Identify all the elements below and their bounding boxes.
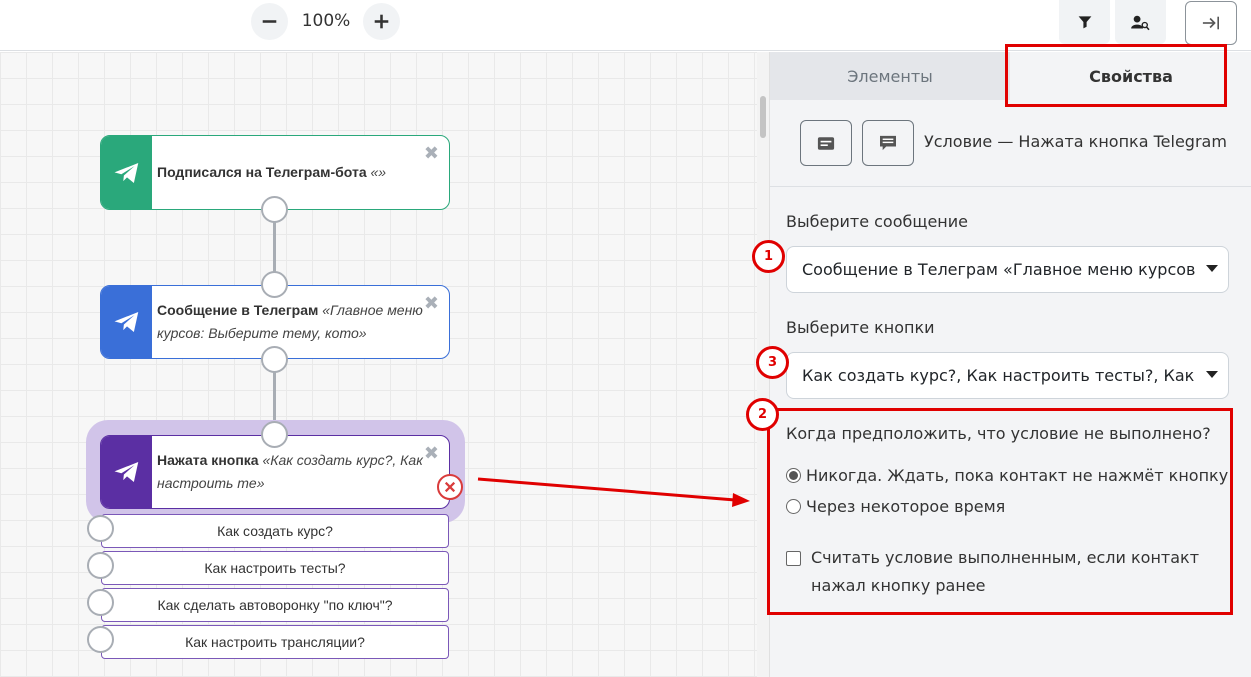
node-detail: «»: [370, 164, 387, 180]
canvas-scrollbar-thumb[interactable]: [760, 96, 766, 138]
annotation-badge: 2: [746, 398, 779, 431]
node-text: Сообщение в Телеграм «Главное меню курсо…: [152, 286, 449, 358]
node-title: Сообщение в Телеграм: [157, 302, 319, 318]
connector-line: [273, 222, 276, 274]
chevron-down-icon: [1206, 265, 1218, 272]
filter-button[interactable]: [1059, 0, 1110, 44]
contact-search-button[interactable]: [1115, 0, 1166, 44]
annotation-highlight-condition-box: [767, 408, 1233, 615]
node-icon-strip: [101, 136, 152, 209]
zoom-out-button[interactable]: [251, 3, 288, 40]
filter-icon: [1078, 16, 1091, 29]
minus-icon: [262, 20, 277, 23]
node-output-port[interactable]: [261, 346, 288, 373]
telegram-button-row[interactable]: Как сделать автоворонку "по ключ"?: [101, 588, 449, 622]
annotation-highlight-properties-tab: [1005, 44, 1227, 107]
close-icon: [444, 481, 456, 493]
select-buttons-label: Выберите кнопки: [786, 318, 935, 337]
button-output-port[interactable]: [87, 515, 114, 542]
divider: [770, 186, 1251, 187]
zoom-level: 100%: [301, 11, 351, 31]
message-view-button[interactable]: [800, 120, 852, 166]
buttons-select-value: Как создать курс?, Как настроить тесты?,…: [802, 366, 1195, 385]
node-title: Нажата кнопка: [157, 452, 259, 468]
connector-line: [273, 372, 276, 424]
telegram-icon: [114, 162, 138, 183]
telegram-button-row[interactable]: Как создать курс?: [101, 514, 449, 548]
node-input-port[interactable]: [261, 421, 288, 448]
annotation-badge: 1: [752, 240, 785, 273]
zoom-in-button[interactable]: [363, 3, 400, 40]
message-icon: [817, 136, 835, 150]
button-output-port[interactable]: [87, 552, 114, 579]
node-close-icon[interactable]: ✖: [424, 444, 439, 462]
node-icon-strip: [101, 286, 152, 358]
annotation-badge: 3: [756, 346, 789, 379]
node-close-icon[interactable]: ✖: [424, 144, 439, 162]
message-select-value: Сообщение в Телеграм «Главное меню курсо…: [802, 260, 1196, 279]
telegram-icon: [114, 312, 138, 332]
node-input-port[interactable]: [261, 271, 288, 298]
button-output-port[interactable]: [87, 626, 114, 653]
chevron-down-icon: [1206, 371, 1218, 378]
telegram-button-row[interactable]: Как настроить тесты?: [101, 551, 449, 585]
node-icon-strip: [101, 436, 152, 508]
node-output-port[interactable]: [261, 196, 288, 223]
comment-icon: [880, 135, 896, 151]
collapse-panel-button[interactable]: [1185, 1, 1237, 45]
plus-icon: [374, 14, 389, 29]
condition-title: Условие — Нажата кнопка Telegram: [924, 132, 1227, 151]
telegram-button-row[interactable]: Как настроить трансляции?: [101, 625, 449, 659]
node-text: Нажата кнопка «Как создать курс?, Как на…: [152, 436, 449, 508]
message-select[interactable]: Сообщение в Телеграм «Главное меню курсо…: [786, 246, 1229, 293]
telegram-icon: [114, 462, 138, 482]
node-close-icon[interactable]: ✖: [424, 294, 439, 312]
button-output-port[interactable]: [87, 589, 114, 616]
user-search-icon: [1131, 15, 1150, 30]
buttons-select[interactable]: Как создать курс?, Как настроить тесты?,…: [786, 352, 1229, 399]
delete-node-button[interactable]: [437, 474, 463, 500]
collapse-right-icon: [1202, 16, 1220, 30]
tab-elements[interactable]: Элементы: [770, 52, 1010, 100]
node-title: Подписался на Телеграм-бота: [157, 164, 367, 180]
select-message-label: Выберите сообщение: [786, 212, 968, 231]
comment-button[interactable]: [862, 120, 914, 166]
